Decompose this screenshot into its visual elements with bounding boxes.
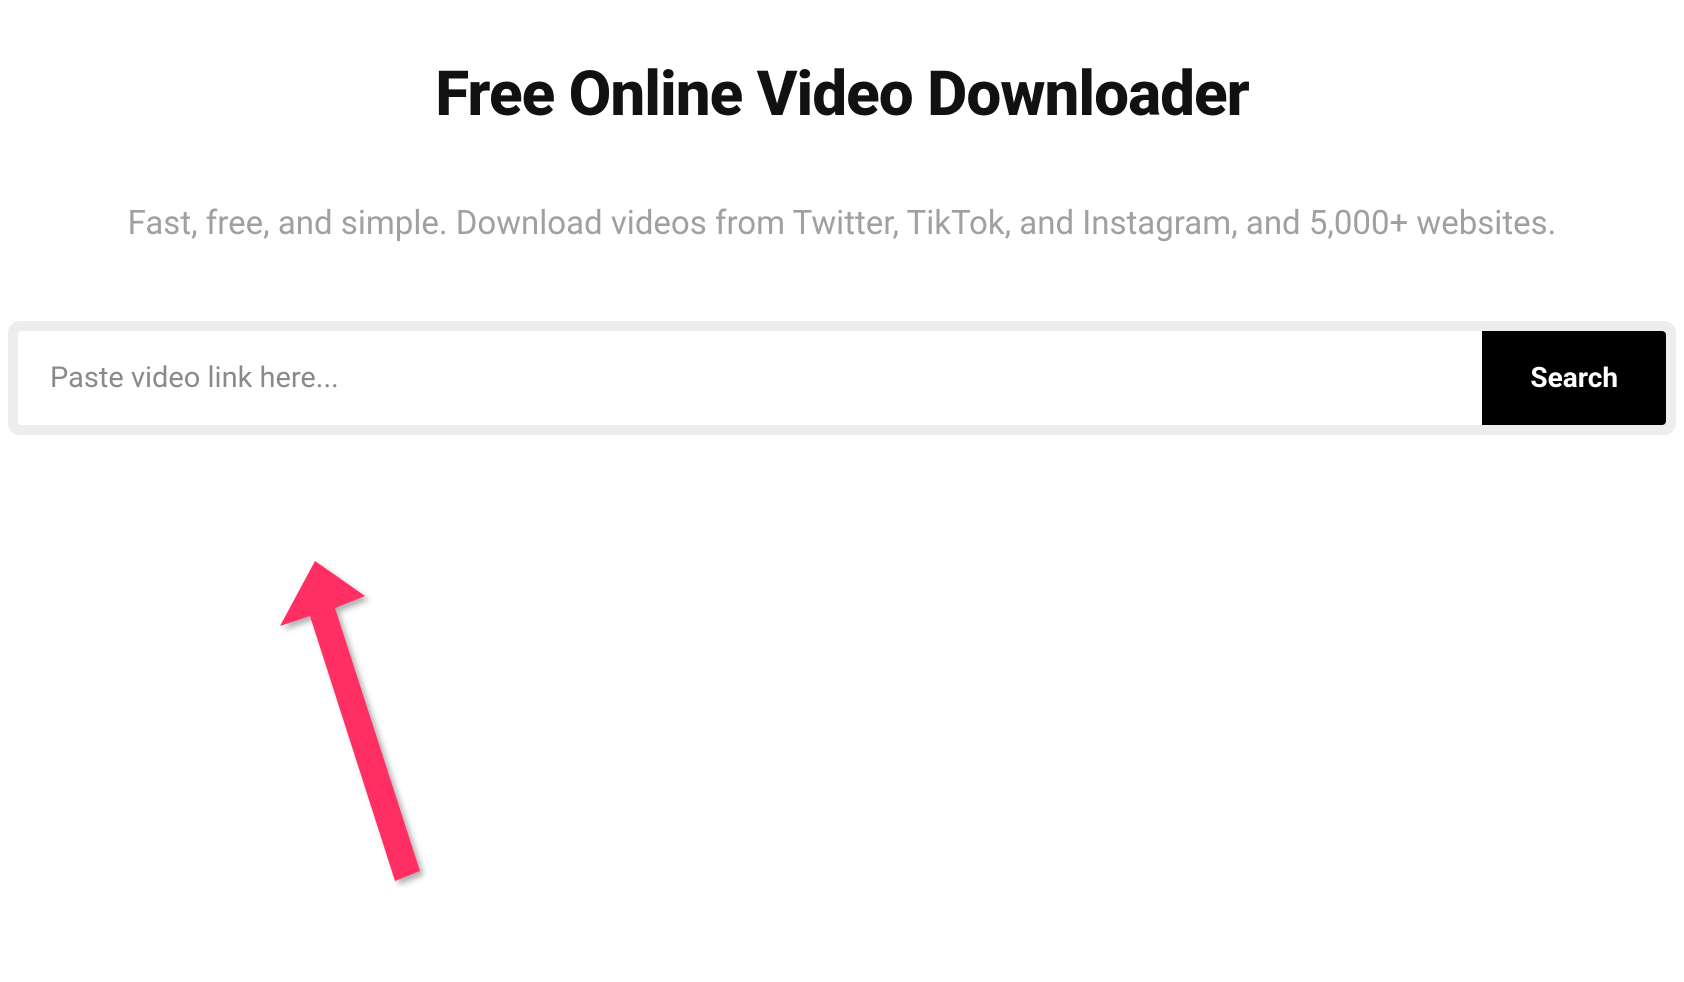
arrow-annotation-icon (270, 556, 450, 900)
page-subtitle: Fast, free, and simple. Download videos … (8, 199, 1676, 249)
search-button[interactable]: Search (1482, 331, 1666, 425)
search-bar: Search (8, 321, 1676, 435)
main-container: Free Online Video Downloader Fast, free,… (0, 58, 1684, 435)
page-title: Free Online Video Downloader (8, 58, 1676, 131)
video-link-input[interactable] (18, 331, 1482, 425)
